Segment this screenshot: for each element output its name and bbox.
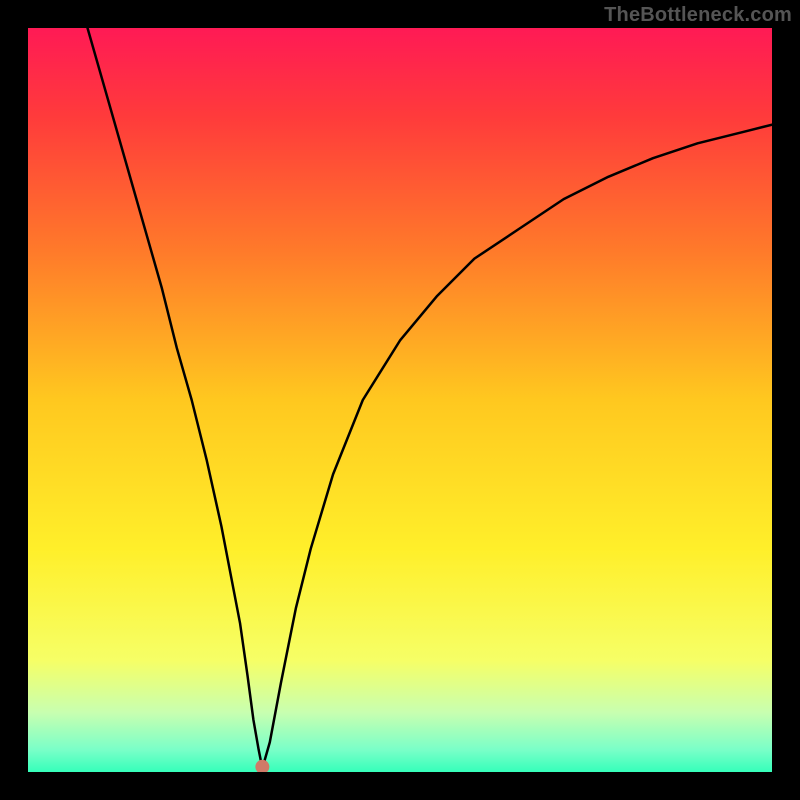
chart-container: TheBottleneck.com [0,0,800,800]
gradient-bg [28,28,772,772]
chart-svg [28,28,772,772]
watermark-label: TheBottleneck.com [604,4,792,27]
plot-frame [28,28,772,772]
